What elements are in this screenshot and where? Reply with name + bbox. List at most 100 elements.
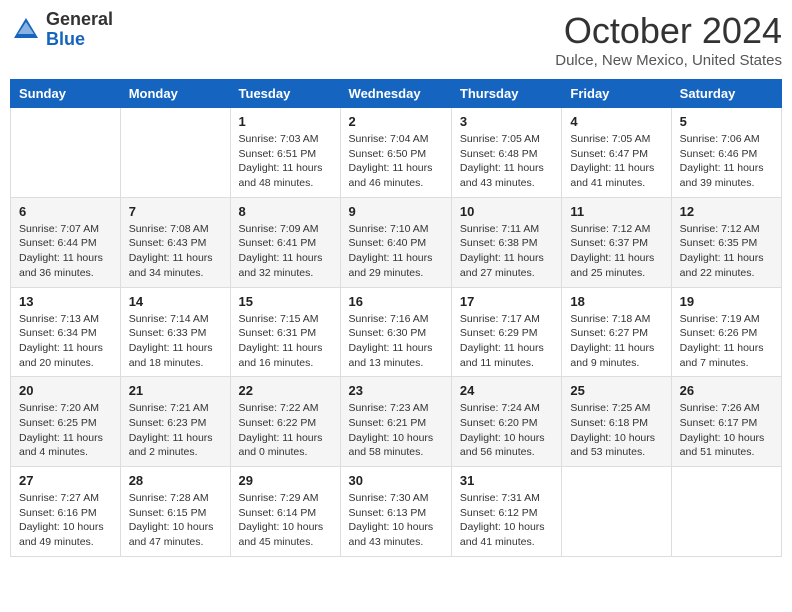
day-detail: Sunrise: 7:30 AMSunset: 6:13 PMDaylight:… — [349, 491, 443, 550]
day-number: 15 — [239, 294, 332, 309]
day-number: 23 — [349, 383, 443, 398]
day-number: 21 — [129, 383, 222, 398]
calendar-cell: 23 Sunrise: 7:23 AMSunset: 6:21 PMDayligh… — [340, 377, 451, 467]
calendar-cell: 14 Sunrise: 7:14 AMSunset: 6:33 PMDayligh… — [120, 287, 230, 377]
day-number: 18 — [570, 294, 662, 309]
day-detail: Sunrise: 7:14 AMSunset: 6:33 PMDaylight:… — [129, 312, 222, 371]
day-header-monday: Monday — [120, 80, 230, 108]
day-detail: Sunrise: 7:08 AMSunset: 6:43 PMDaylight:… — [129, 222, 222, 281]
day-header-tuesday: Tuesday — [230, 80, 340, 108]
calendar-cell: 17 Sunrise: 7:17 AMSunset: 6:29 PMDayligh… — [451, 287, 561, 377]
calendar-cell: 27 Sunrise: 7:27 AMSunset: 6:16 PMDayligh… — [11, 467, 121, 557]
calendar-cell: 11 Sunrise: 7:12 AMSunset: 6:37 PMDayligh… — [562, 197, 671, 287]
day-detail: Sunrise: 7:06 AMSunset: 6:46 PMDaylight:… — [680, 132, 773, 191]
calendar-cell: 25 Sunrise: 7:25 AMSunset: 6:18 PMDayligh… — [562, 377, 671, 467]
day-detail: Sunrise: 7:27 AMSunset: 6:16 PMDaylight:… — [19, 491, 112, 550]
day-number: 14 — [129, 294, 222, 309]
logo-text: General Blue — [46, 10, 113, 50]
day-number: 31 — [460, 473, 553, 488]
day-detail: Sunrise: 7:29 AMSunset: 6:14 PMDaylight:… — [239, 491, 332, 550]
calendar-cell — [671, 467, 781, 557]
day-number: 24 — [460, 383, 553, 398]
page-header: General Blue October 2024 Dulce, New Mex… — [10, 10, 782, 69]
day-detail: Sunrise: 7:09 AMSunset: 6:41 PMDaylight:… — [239, 222, 332, 281]
calendar-cell: 16Sunrise: 7:16 AMSunset: 6:30 PMDayligh… — [340, 287, 451, 377]
calendar-cell: 26Sunrise: 7:26 AMSunset: 6:17 PMDayligh… — [671, 377, 781, 467]
day-detail: Sunrise: 7:24 AMSunset: 6:20 PMDaylight:… — [460, 401, 553, 460]
day-number: 28 — [129, 473, 222, 488]
day-detail: Sunrise: 7:05 AMSunset: 6:47 PMDaylight:… — [570, 132, 662, 191]
calendar-cell: 31 Sunrise: 7:31 AMSunset: 6:12 PMDayligh… — [451, 467, 561, 557]
logo-general: General — [46, 10, 113, 30]
calendar-cell: 12 Sunrise: 7:12 AMSunset: 6:35 PMDayligh… — [671, 197, 781, 287]
day-number: 13 — [19, 294, 112, 309]
calendar-table: SundayMondayTuesdayWednesdayThursdayFrid… — [10, 79, 782, 557]
day-number: 9 — [349, 204, 443, 219]
location: Dulce, New Mexico, United States — [555, 52, 782, 69]
day-detail: Sunrise: 7:18 AMSunset: 6:27 PMDaylight:… — [570, 312, 662, 371]
day-number: 6 — [19, 204, 112, 219]
calendar-week-row: 27 Sunrise: 7:27 AMSunset: 6:16 PMDayligh… — [11, 467, 782, 557]
calendar-cell — [11, 108, 121, 198]
calendar-cell: 7 Sunrise: 7:08 AMSunset: 6:43 PMDaylight… — [120, 197, 230, 287]
day-detail: Sunrise: 7:23 AMSunset: 6:21 PMDaylight:… — [349, 401, 443, 460]
calendar-week-row: 20Sunrise: 7:20 AMSunset: 6:25 PMDayligh… — [11, 377, 782, 467]
day-number: 22 — [239, 383, 332, 398]
calendar-cell: 6 Sunrise: 7:07 AMSunset: 6:44 PMDaylight… — [11, 197, 121, 287]
day-detail: Sunrise: 7:12 AMSunset: 6:35 PMDaylight:… — [680, 222, 773, 281]
day-number: 25 — [570, 383, 662, 398]
calendar-cell: 28 Sunrise: 7:28 AMSunset: 6:15 PMDayligh… — [120, 467, 230, 557]
calendar-cell: 21 Sunrise: 7:21 AMSunset: 6:23 PMDayligh… — [120, 377, 230, 467]
day-number: 8 — [239, 204, 332, 219]
day-detail: Sunrise: 7:12 AMSunset: 6:37 PMDaylight:… — [570, 222, 662, 281]
calendar-cell — [120, 108, 230, 198]
day-number: 27 — [19, 473, 112, 488]
calendar-week-row: 6 Sunrise: 7:07 AMSunset: 6:44 PMDaylight… — [11, 197, 782, 287]
logo-blue-text: Blue — [46, 30, 113, 50]
day-number: 4 — [570, 114, 662, 129]
calendar-cell: 13 Sunrise: 7:13 AMSunset: 6:34 PMDayligh… — [11, 287, 121, 377]
day-detail: Sunrise: 7:16 AMSunset: 6:30 PMDaylight:… — [349, 312, 443, 371]
day-number: 7 — [129, 204, 222, 219]
calendar-cell: 20Sunrise: 7:20 AMSunset: 6:25 PMDayligh… — [11, 377, 121, 467]
day-number: 12 — [680, 204, 773, 219]
calendar-cell: 22 Sunrise: 7:22 AMSunset: 6:22 PMDayligh… — [230, 377, 340, 467]
calendar-cell: 8 Sunrise: 7:09 AMSunset: 6:41 PMDaylight… — [230, 197, 340, 287]
calendar-cell: 15 Sunrise: 7:15 AMSunset: 6:31 PMDayligh… — [230, 287, 340, 377]
calendar-cell: 24 Sunrise: 7:24 AMSunset: 6:20 PMDayligh… — [451, 377, 561, 467]
day-detail: Sunrise: 7:11 AMSunset: 6:38 PMDaylight:… — [460, 222, 553, 281]
calendar-cell: 18 Sunrise: 7:18 AMSunset: 6:27 PMDayligh… — [562, 287, 671, 377]
day-detail: Sunrise: 7:15 AMSunset: 6:31 PMDaylight:… — [239, 312, 332, 371]
calendar-week-row: 1Sunrise: 7:03 AMSunset: 6:51 PMDaylight… — [11, 108, 782, 198]
day-detail: Sunrise: 7:25 AMSunset: 6:18 PMDaylight:… — [570, 401, 662, 460]
calendar-header-row: SundayMondayTuesdayWednesdayThursdayFrid… — [11, 80, 782, 108]
day-detail: Sunrise: 7:19 AMSunset: 6:26 PMDaylight:… — [680, 312, 773, 371]
day-detail: Sunrise: 7:31 AMSunset: 6:12 PMDaylight:… — [460, 491, 553, 550]
day-number: 11 — [570, 204, 662, 219]
day-detail: Sunrise: 7:03 AMSunset: 6:51 PMDaylight:… — [239, 132, 332, 191]
day-header-thursday: Thursday — [451, 80, 561, 108]
day-detail: Sunrise: 7:28 AMSunset: 6:15 PMDaylight:… — [129, 491, 222, 550]
day-number: 2 — [349, 114, 443, 129]
calendar-cell: 2 Sunrise: 7:04 AMSunset: 6:50 PMDaylight… — [340, 108, 451, 198]
day-number: 10 — [460, 204, 553, 219]
day-number: 20 — [19, 383, 112, 398]
logo: General Blue — [10, 10, 113, 50]
day-detail: Sunrise: 7:07 AMSunset: 6:44 PMDaylight:… — [19, 222, 112, 281]
day-number: 17 — [460, 294, 553, 309]
day-header-wednesday: Wednesday — [340, 80, 451, 108]
day-detail: Sunrise: 7:10 AMSunset: 6:40 PMDaylight:… — [349, 222, 443, 281]
day-detail: Sunrise: 7:17 AMSunset: 6:29 PMDaylight:… — [460, 312, 553, 371]
day-number: 19 — [680, 294, 773, 309]
calendar-cell: 9 Sunrise: 7:10 AMSunset: 6:40 PMDaylight… — [340, 197, 451, 287]
day-detail: Sunrise: 7:22 AMSunset: 6:22 PMDaylight:… — [239, 401, 332, 460]
day-detail: Sunrise: 7:04 AMSunset: 6:50 PMDaylight:… — [349, 132, 443, 191]
calendar-cell: 1Sunrise: 7:03 AMSunset: 6:51 PMDaylight… — [230, 108, 340, 198]
day-header-sunday: Sunday — [11, 80, 121, 108]
day-detail: Sunrise: 7:21 AMSunset: 6:23 PMDaylight:… — [129, 401, 222, 460]
calendar-cell — [562, 467, 671, 557]
calendar-cell: 29Sunrise: 7:29 AMSunset: 6:14 PMDayligh… — [230, 467, 340, 557]
title-section: October 2024 Dulce, New Mexico, United S… — [555, 10, 782, 69]
day-detail: Sunrise: 7:26 AMSunset: 6:17 PMDaylight:… — [680, 401, 773, 460]
day-detail: Sunrise: 7:13 AMSunset: 6:34 PMDaylight:… — [19, 312, 112, 371]
